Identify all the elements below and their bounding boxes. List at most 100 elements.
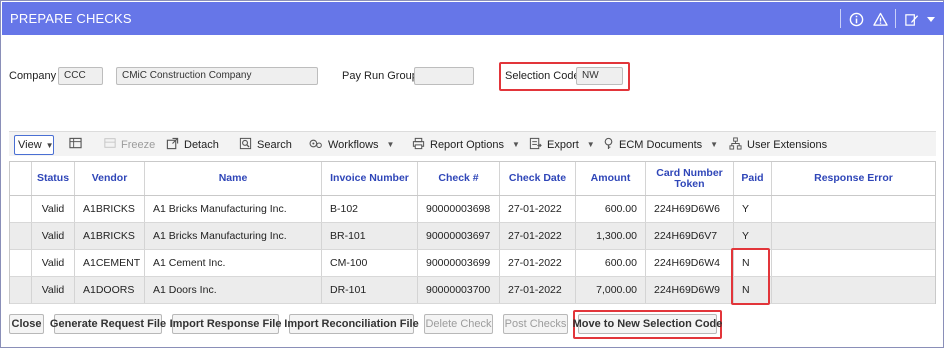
column-header-paid[interactable]: Paid — [733, 162, 771, 195]
company-name-field[interactable]: CMiC Construction Company — [116, 67, 318, 85]
vendor-cell: A1BRICKS — [74, 196, 144, 222]
column-header-status[interactable]: Status — [31, 162, 74, 195]
row-selector-header — [10, 162, 31, 195]
amount-cell: 7,000.00 — [575, 277, 645, 303]
check-date-cell: 27-01-2022 — [499, 196, 575, 222]
column-header-card-number-token[interactable]: Card Number Token — [645, 162, 733, 195]
column-header-check-date[interactable]: Check Date — [499, 162, 575, 195]
title-divider — [895, 9, 896, 28]
row-selector[interactable] — [10, 250, 31, 276]
column-header-check-number[interactable]: Check # — [417, 162, 499, 195]
workflows-menu[interactable]: Workflows ▼ — [309, 132, 394, 157]
workflows-label: Workflows — [328, 138, 379, 151]
amount-cell: 600.00 — [575, 196, 645, 222]
freeze-button[interactable]: Freeze — [104, 132, 155, 157]
amount-cell: 600.00 — [575, 250, 645, 276]
selection-code-field[interactable]: NW — [576, 67, 623, 85]
pay-run-group-label: Pay Run Group — [342, 70, 418, 82]
company-label: Company — [9, 70, 57, 82]
detach-button[interactable]: Detach — [166, 132, 219, 157]
table-row[interactable]: Valid A1CEMENT A1 Cement Inc. CM-100 900… — [10, 250, 935, 277]
delete-check-button[interactable]: Delete Check — [424, 314, 493, 334]
name-cell: A1 Bricks Manufacturing Inc. — [144, 223, 321, 249]
search-icon — [239, 137, 257, 153]
response-error-cell — [771, 223, 935, 249]
column-header-amount[interactable]: Amount — [575, 162, 645, 195]
vendor-cell: A1CEMENT — [74, 250, 144, 276]
edit-icon[interactable] — [902, 10, 920, 28]
vendor-cell: A1DOORS — [74, 277, 144, 303]
row-selector[interactable] — [10, 196, 31, 222]
table-row[interactable]: Valid A1BRICKS A1 Bricks Manufacturing I… — [10, 223, 935, 250]
table-settings-button[interactable] — [69, 132, 87, 157]
status-cell: Valid — [31, 223, 74, 249]
view-dropdown[interactable]: View ▼ — [14, 135, 54, 155]
ecm-documents-label: ECM Documents — [619, 138, 703, 151]
response-error-cell — [771, 196, 935, 222]
name-cell: A1 Doors Inc. — [144, 277, 321, 303]
chevron-down-icon: ▼ — [586, 140, 595, 149]
paid-cell: Y — [733, 223, 771, 249]
pay-run-group-field[interactable] — [414, 67, 474, 85]
detach-label: Detach — [184, 138, 219, 151]
card-number-token-cell: 224H69D6W9 — [645, 277, 733, 303]
amount-cell: 1,300.00 — [575, 223, 645, 249]
chevron-down-icon: ▼ — [45, 140, 54, 150]
warning-icon[interactable] — [871, 10, 889, 28]
generate-request-file-button[interactable]: Generate Request File — [50, 314, 166, 334]
export-icon — [529, 137, 547, 153]
name-cell: A1 Cement Inc. — [144, 250, 321, 276]
ecm-documents-icon — [603, 137, 619, 153]
row-selector[interactable] — [10, 277, 31, 303]
column-header-vendor[interactable]: Vendor — [74, 162, 144, 195]
export-menu[interactable]: Export ▼ — [529, 132, 595, 157]
row-selector[interactable] — [10, 223, 31, 249]
table-header-row: Status Vendor Name Invoice Number Check … — [10, 162, 935, 196]
check-number-cell: 90000003699 — [417, 250, 499, 276]
column-header-invoice-number[interactable]: Invoice Number — [321, 162, 417, 195]
post-checks-button[interactable]: Post Checks — [503, 314, 568, 334]
company-code-field[interactable]: CCC — [58, 67, 103, 85]
move-to-new-selection-code-button[interactable]: Move to New Selection Code — [573, 314, 722, 334]
column-header-response-error[interactable]: Response Error — [771, 162, 935, 195]
info-icon[interactable] — [847, 10, 865, 28]
invoice-number-cell: B-102 — [321, 196, 417, 222]
check-date-cell: 27-01-2022 — [499, 223, 575, 249]
response-error-cell — [771, 250, 935, 276]
check-number-cell: 90000003697 — [417, 223, 499, 249]
window-title: PREPARE CHECKS — [10, 11, 132, 26]
workflows-icon — [309, 137, 328, 153]
report-options-label: Report Options — [430, 138, 504, 151]
invoice-number-cell: DR-101 — [321, 277, 417, 303]
title-divider — [840, 9, 841, 28]
check-number-cell: 90000003700 — [417, 277, 499, 303]
search-button[interactable]: Search — [239, 132, 292, 157]
table-row[interactable]: Valid A1BRICKS A1 Bricks Manufacturing I… — [10, 196, 935, 223]
caret-down-icon[interactable] — [922, 10, 940, 28]
freeze-label: Freeze — [121, 138, 156, 151]
search-label: Search — [257, 138, 292, 151]
chevron-down-icon: ▼ — [386, 140, 395, 149]
user-extensions-button[interactable]: User Extensions — [729, 132, 827, 157]
table-row[interactable]: Valid A1DOORS A1 Doors Inc. DR-101 90000… — [10, 277, 935, 304]
import-response-file-button[interactable]: Import Response File — [170, 314, 281, 334]
checks-table: Status Vendor Name Invoice Number Check … — [9, 161, 936, 304]
ecm-documents-menu[interactable]: ECM Documents ▼ — [603, 132, 718, 157]
title-bar: PREPARE CHECKS — [2, 2, 944, 35]
check-number-cell: 90000003698 — [417, 196, 499, 222]
check-date-cell: 27-01-2022 — [499, 250, 575, 276]
report-options-menu[interactable]: Report Options ▼ — [412, 132, 520, 157]
paid-column-highlight — [731, 248, 770, 305]
close-button[interactable]: Close — [9, 314, 44, 334]
export-label: Export — [547, 138, 579, 151]
table-settings-icon — [69, 137, 87, 153]
import-reconciliation-file-button[interactable]: Import Reconciliation File — [284, 314, 419, 334]
invoice-number-cell: BR-101 — [321, 223, 417, 249]
check-date-cell: 27-01-2022 — [499, 277, 575, 303]
chevron-down-icon: ▼ — [710, 140, 719, 149]
grid-toolbar: View ▼ Freeze Detach Search Workflows ▼ … — [9, 131, 936, 156]
column-header-name[interactable]: Name — [144, 162, 321, 195]
user-extensions-label: User Extensions — [747, 138, 828, 151]
user-extensions-icon — [729, 136, 747, 153]
prepare-checks-window: PREPARE CHECKS Company CCC CMiC Construc… — [0, 0, 944, 348]
